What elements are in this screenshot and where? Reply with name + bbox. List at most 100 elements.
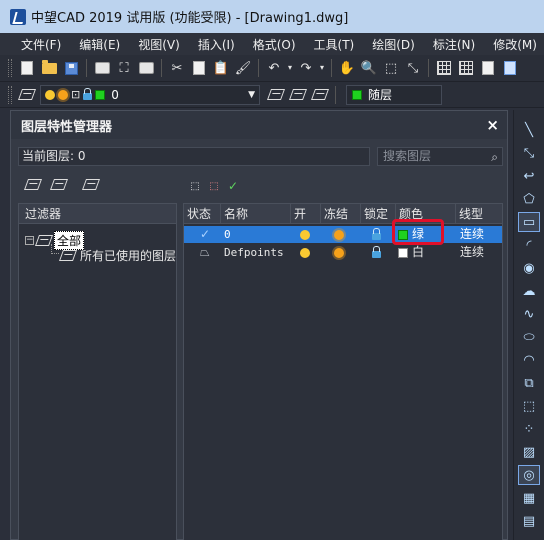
construction-line-button[interactable]: ⤡ [518, 143, 540, 163]
tool-palette-icon [482, 61, 494, 75]
calculator-button[interactable] [500, 58, 520, 78]
new-layer-button[interactable]: ⬚ [187, 177, 203, 195]
new-file-button[interactable] [17, 58, 37, 78]
layer-row[interactable]: ✓ 0 绿 连续 [184, 226, 502, 243]
point-icon: ⁘ [523, 421, 535, 437]
toolbar-grip[interactable] [8, 85, 12, 104]
tool-palette-button[interactable] [478, 58, 498, 78]
standard-toolbar: ⛶ ✂ 📋 🖌 ↶ ▾ ↷ ▾ ✋ 🔍 ⬚ ⤡ [0, 55, 544, 82]
filter-toolbar [23, 175, 107, 193]
circle-button[interactable]: ◉ [518, 258, 540, 278]
menu-insert[interactable]: 插入(I) [189, 36, 244, 53]
bulb-icon [300, 247, 310, 258]
point-button[interactable]: ⁘ [518, 419, 540, 439]
menu-edit[interactable]: 编辑(E) [70, 36, 129, 53]
set-current-button[interactable]: ✓ [225, 177, 241, 195]
insert-block-icon: ⧉ [524, 375, 534, 391]
redo-button[interactable]: ↷ [296, 58, 316, 78]
layer-manager-button[interactable] [17, 85, 37, 105]
menu-draw[interactable]: 绘图(D) [363, 36, 424, 53]
multiline-text-button[interactable]: ▤ [518, 511, 540, 531]
layer-name[interactable]: Defpoints [224, 244, 284, 261]
match-properties-button[interactable]: 🖌 [233, 58, 253, 78]
column-linetype[interactable]: 线型 [455, 204, 502, 224]
layer-dropdown[interactable]: ⊡ 0 ▼ [40, 84, 260, 105]
polyline-button[interactable]: ↩ [518, 166, 540, 186]
layer-row[interactable]: ⏢ Defpoints 白 连续 [184, 244, 502, 261]
close-icon[interactable]: × [486, 116, 499, 134]
plot-button[interactable] [136, 58, 156, 78]
paste-button[interactable]: 📋 [211, 58, 231, 78]
zoom-previous-button[interactable]: ⤡ [403, 58, 423, 78]
redo-icon: ↷ [300, 60, 312, 76]
menu-view[interactable]: 视图(V) [129, 36, 189, 53]
arc-button[interactable]: ◜ [518, 235, 540, 255]
print-preview-button[interactable]: ⛶ [114, 58, 134, 78]
folder-icon [41, 59, 57, 74]
layer-lock-toggle[interactable] [372, 244, 381, 261]
open-file-button[interactable] [39, 58, 59, 78]
column-lock[interactable]: 锁定 [360, 204, 395, 224]
redo-dropdown[interactable]: ▾ [318, 58, 326, 78]
menu-format[interactable]: 格式(O) [244, 36, 305, 53]
color-dropdown[interactable]: 随层 [346, 84, 442, 105]
line-button[interactable]: ╲ [518, 120, 540, 140]
spline-button[interactable]: ∿ [518, 304, 540, 324]
layer-freeze-toggle[interactable] [334, 244, 344, 261]
hatch-button[interactable]: ▨ [518, 442, 540, 462]
rectangle-button[interactable]: ▭ [518, 212, 540, 232]
insert-block-button[interactable]: ⧉ [518, 373, 540, 393]
properties-button[interactable] [434, 58, 454, 78]
make-current-layer-button[interactable] [266, 85, 286, 105]
design-center-button[interactable] [456, 58, 476, 78]
layer-linetype[interactable]: 连续 [460, 226, 484, 243]
layer-on-toggle[interactable] [300, 244, 310, 261]
layer-previous-button[interactable] [288, 85, 308, 105]
revision-cloud-button[interactable]: ☁ [518, 281, 540, 301]
highlight-annotation [392, 219, 444, 245]
undo-dropdown[interactable]: ▾ [286, 58, 294, 78]
print-button[interactable] [92, 58, 112, 78]
column-freeze[interactable]: 冻结 [320, 204, 360, 224]
tree-node-used[interactable]: 所有已使用的图层 [58, 247, 176, 264]
zoom-realtime-button[interactable]: 🔍 [359, 58, 379, 78]
layer-on-toggle[interactable] [300, 226, 310, 243]
layer-color-cell[interactable]: 白 [398, 244, 424, 261]
calculator-icon [504, 61, 516, 75]
menu-file[interactable]: 文件(F) [12, 36, 70, 53]
cut-button[interactable]: ✂ [167, 58, 187, 78]
layer-states-manager-button[interactable] [81, 175, 101, 193]
copy-button[interactable] [189, 58, 209, 78]
collapse-icon[interactable]: − [25, 236, 34, 245]
ellipse-button[interactable]: ⬭ [518, 327, 540, 347]
menu-dimension[interactable]: 标注(N) [424, 36, 484, 53]
column-status[interactable]: 状态 [184, 204, 220, 224]
polygon-button[interactable]: ⬠ [518, 189, 540, 209]
menu-tools[interactable]: 工具(T) [305, 36, 364, 53]
make-block-button[interactable]: ⬚ [518, 396, 540, 416]
zoom-window-button[interactable]: ⬚ [381, 58, 401, 78]
region-button[interactable]: ◎ [518, 465, 540, 485]
layer-name[interactable]: 0 [224, 226, 231, 243]
column-name[interactable]: 名称 [220, 204, 290, 224]
search-layer-input[interactable]: 搜索图层 ⌕ [377, 147, 503, 166]
menu-modify[interactable]: 修改(M) [484, 36, 544, 53]
table-button[interactable]: ▦ [518, 488, 540, 508]
column-on[interactable]: 开 [290, 204, 320, 224]
layer-freeze-toggle[interactable] [334, 226, 344, 243]
sun-icon [334, 229, 344, 240]
layer-status-icon: ⏢ [200, 245, 210, 259]
ellipse-arc-button[interactable]: ◠ [518, 350, 540, 370]
save-button[interactable] [61, 58, 81, 78]
layer-linetype[interactable]: 连续 [460, 244, 484, 261]
layer-list-pane: 状态 名称 开 冻结 锁定 颜色 线型 ✓ 0 绿 连续 ⏢ Defpoints [183, 203, 503, 540]
undo-button[interactable]: ↶ [264, 58, 284, 78]
delete-layer-button[interactable]: ⬚ [206, 177, 222, 195]
layer-lock-toggle[interactable] [372, 226, 381, 243]
new-property-filter-button[interactable] [23, 175, 43, 193]
new-group-filter-button[interactable] [49, 175, 69, 193]
toolbar-grip[interactable] [8, 59, 12, 77]
layer-states-button[interactable] [310, 85, 330, 105]
search-icon[interactable]: ⌕ [491, 149, 498, 166]
pan-button[interactable]: ✋ [337, 58, 357, 78]
